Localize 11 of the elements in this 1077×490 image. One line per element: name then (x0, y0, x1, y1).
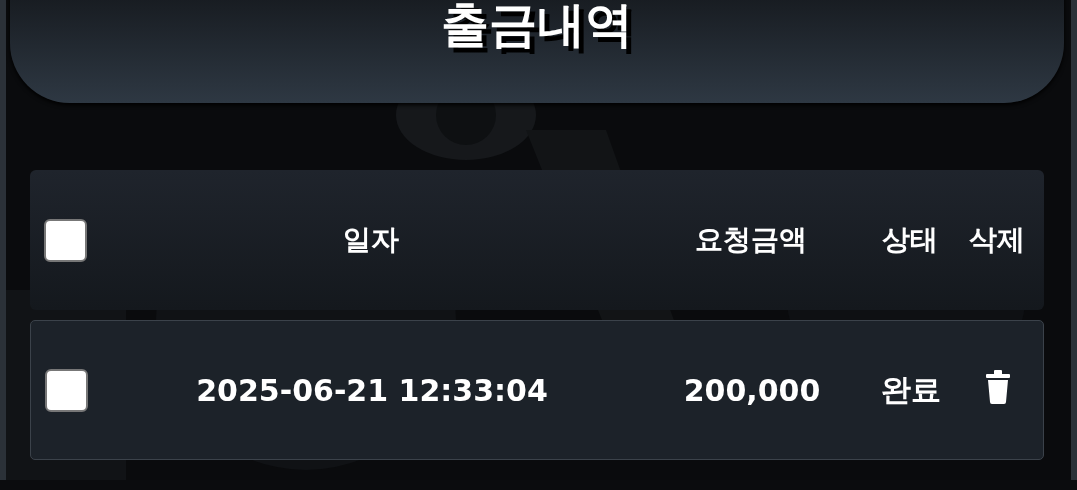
column-header: 요청금액 (695, 222, 807, 258)
page-title: 출금내역 (441, 0, 633, 51)
trash-icon[interactable] (984, 369, 1012, 404)
column-header: 일자 (343, 222, 399, 258)
column-header: 삭제 (969, 222, 1025, 258)
amount-cell: 200,000 (683, 372, 821, 408)
checkbox[interactable] (44, 218, 87, 262)
column-header: 상태 (882, 222, 938, 258)
checkbox[interactable] (45, 368, 88, 412)
status-cell-text: 완료 (881, 370, 941, 409)
date-cell: 2025-06-21 12:33:04 (196, 372, 548, 408)
